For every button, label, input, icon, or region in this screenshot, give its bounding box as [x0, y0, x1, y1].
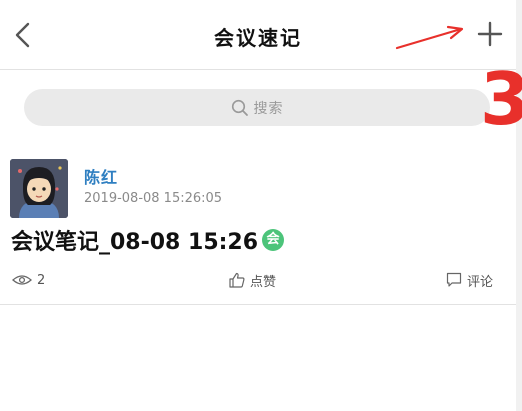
search-bar[interactable]: 搜索	[24, 89, 490, 126]
eye-icon	[12, 275, 32, 285]
list-item[interactable]: 陈红 2019-08-08 15:26:05 会议笔记_08-08 15:26 会…	[0, 148, 516, 305]
search-icon	[231, 99, 248, 116]
status-badge: 会	[262, 229, 285, 251]
like-label: 点赞	[250, 274, 277, 290]
post-title-text: 会议笔记_08-08 15:26	[11, 230, 259, 255]
top-nav-bar: 会议速记	[0, 0, 516, 70]
post-stats-bar: 2 点赞 评论	[0, 268, 516, 292]
like-button[interactable]: 点赞	[229, 268, 276, 292]
comment-icon	[446, 272, 462, 287]
page-title: 会议速记	[214, 26, 302, 50]
avatar[interactable]	[10, 159, 68, 218]
comment-button[interactable]: 评论	[446, 268, 493, 292]
plus-icon[interactable]	[474, 18, 506, 50]
views-count: 2	[12, 268, 45, 292]
post-title[interactable]: 会议笔记_08-08 15:26 会	[11, 224, 285, 256]
views-value: 2	[37, 272, 46, 288]
search-placeholder: 搜索	[253, 100, 284, 117]
thumbs-up-icon	[229, 272, 245, 288]
comment-label: 评论	[467, 274, 494, 290]
scrollbar[interactable]	[516, 0, 522, 411]
author-name[interactable]: 陈红	[84, 164, 118, 188]
post-timestamp: 2019-08-08 15:26:05	[84, 191, 223, 206]
